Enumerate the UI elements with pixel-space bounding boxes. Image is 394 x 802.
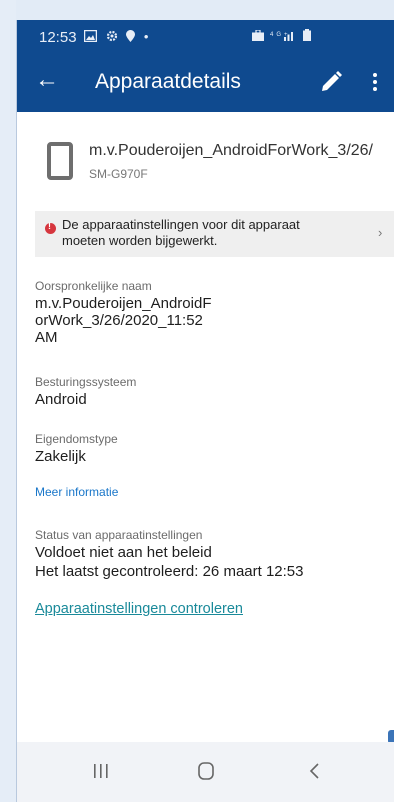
nav-back-icon[interactable]	[295, 756, 335, 786]
toolbar: ← Apparaatdetails	[17, 60, 394, 112]
ownership-value: Zakelijk	[35, 448, 86, 465]
signal-4g-icon: 4G+	[270, 32, 294, 41]
phone-screen: 12:53 • 4G+ ← Apparaatdetails m.v.Pouder…	[17, 20, 394, 802]
error-icon	[45, 221, 56, 234]
compliance-field: Status van apparaatinstellingen Voldoet …	[35, 528, 385, 580]
device-name: m.v.Pouderoijen_AndroidForWork_3/26/	[89, 142, 373, 159]
original-name-label: Oorspronkelijke naam	[35, 279, 152, 293]
os-label: Besturingssysteem	[35, 375, 137, 389]
chevron-right-icon: ›	[378, 225, 383, 240]
gallery-icon	[83, 29, 98, 43]
settings-update-alert[interactable]: De apparaatinstellingen voor dit apparaa…	[35, 211, 394, 257]
status-time: 12:53	[39, 29, 77, 46]
original-name-field: Oorspronkelijke naam m.v.Pouderoijen_And…	[35, 279, 385, 346]
nav-recents-icon[interactable]	[81, 756, 121, 786]
svg-text:4G+: 4G+	[270, 32, 291, 38]
window-frame-left	[0, 0, 17, 802]
ownership-field: Eigendomstype Zakelijk	[35, 432, 385, 465]
alert-line-2: moeten worden bijgewerkt.	[62, 233, 218, 248]
compliance-label: Status van apparaatinstellingen	[35, 528, 203, 542]
ownership-label: Eigendomstype	[35, 432, 118, 446]
last-checked: Het laatst gecontroleerd: 26 maart 12:53	[35, 563, 304, 580]
compliance-value: Voldoet niet aan het beleid	[35, 544, 212, 561]
original-name-value: m.v.Pouderoijen_AndroidF orWork_3/26/202…	[35, 295, 385, 346]
window-frame-top	[16, 0, 394, 20]
status-bar: 12:53 • 4G+	[17, 20, 394, 56]
notification-dot-icon: •	[143, 29, 154, 44]
system-nav-bar	[17, 742, 394, 802]
battery-icon	[302, 29, 311, 41]
app-bar: 12:53 • 4G+ ← Apparaatdetails	[17, 20, 394, 112]
device-details-content: m.v.Pouderoijen_AndroidForWork_3/26/ SM-…	[17, 112, 394, 742]
edit-pencil-icon[interactable]	[317, 68, 345, 96]
back-arrow-icon[interactable]: ←	[35, 66, 59, 94]
status-icons-right: 4G+	[252, 29, 311, 43]
check-settings-link[interactable]: Apparaatinstellingen controleren	[35, 601, 243, 617]
original-name-line-3: AM	[35, 329, 58, 346]
original-name-line-2: orWork_3/26/2020_11:52	[35, 312, 203, 329]
status-icons-left: •	[83, 29, 154, 44]
device-model: SM-G970F	[89, 167, 148, 181]
original-name-line-1: m.v.Pouderoijen_AndroidF	[35, 295, 212, 312]
nav-home-icon[interactable]	[186, 756, 226, 786]
phone-device-icon	[47, 142, 73, 180]
more-vert-icon[interactable]	[365, 68, 385, 96]
settings-gear-icon	[106, 30, 117, 42]
os-value: Android	[35, 391, 87, 408]
device-header: m.v.Pouderoijen_AndroidForWork_3/26/ SM-…	[47, 137, 387, 197]
location-icon	[126, 30, 136, 42]
more-info-link[interactable]: Meer informatie	[35, 485, 118, 499]
page-title: Apparaatdetails	[95, 70, 241, 93]
alert-line-1: De apparaatinstellingen voor dit apparaa…	[62, 217, 300, 232]
os-field: Besturingssysteem Android	[35, 375, 385, 408]
work-profile-icon	[252, 29, 264, 41]
alert-message: De apparaatinstellingen voor dit apparaa…	[62, 217, 362, 249]
